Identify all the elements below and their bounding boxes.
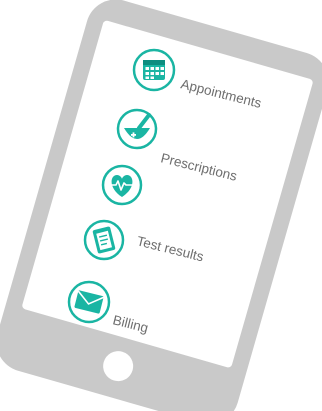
heart-pulse-icon	[101, 164, 143, 206]
clipboard-icon	[83, 219, 125, 261]
phone-illustration: Appointments Prescriptions Test results …	[0, 0, 322, 411]
calendar-icon	[132, 48, 176, 92]
menu-item-health[interactable]	[101, 164, 143, 206]
phone-graphic: Appointments Prescriptions Test results …	[0, 0, 322, 411]
mortar-pestle-icon	[116, 108, 158, 150]
envelope-icon	[67, 280, 111, 324]
